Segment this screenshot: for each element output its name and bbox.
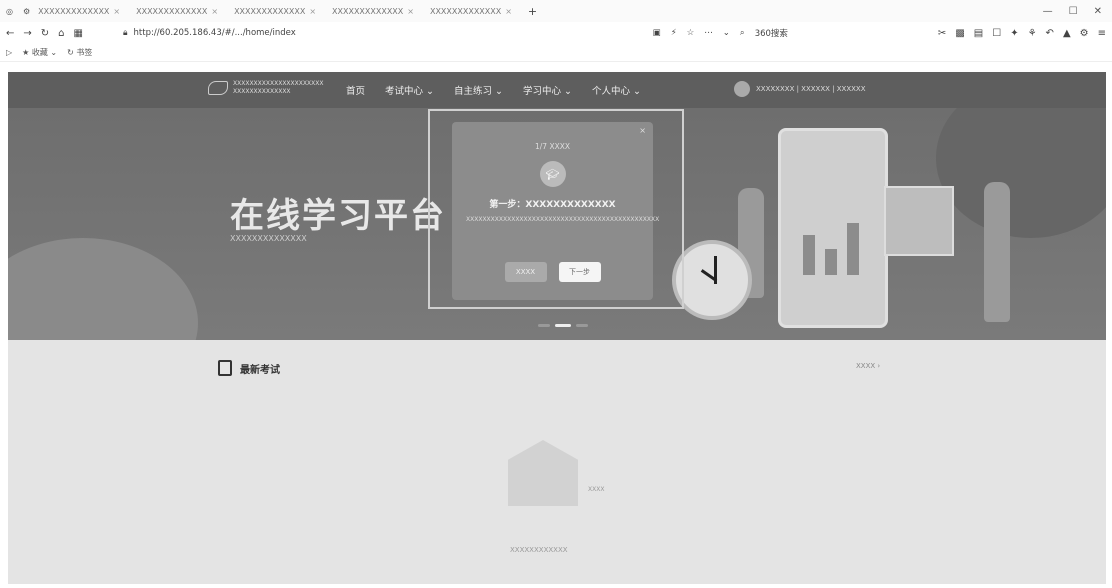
graduation-cap-icon: 🎓︎ [539,161,566,187]
skip-button[interactable]: XXXX [504,262,547,282]
grid-icon[interactable]: ▦ [74,28,83,39]
url-text: http://60.205.186.43/#/.../home/index [133,28,296,38]
close-icon[interactable]: × [639,126,646,135]
clock-illustration [672,240,752,320]
decor-blob [936,108,1106,238]
document-icon [218,360,232,376]
url-field[interactable]: 🔒︎ http://60.205.186.43/#/.../home/index [123,28,296,38]
browser-logo-icon: ◎ [6,6,13,16]
close-window-icon[interactable]: ✕ [1094,6,1102,17]
address-actions: ▣ ⚡ ☆ ⋯ ⌄ ⌕ 360搜索 [653,27,788,39]
person-illustration [984,182,1010,322]
chart-bar-illustration [847,223,859,275]
browser-tab-bar: ◎ ⚙ ХХХХХХХХХХХХХ × ХХХХХХХХХХХХХ × ХХХХХХ… [0,0,1112,22]
star-icon[interactable]: ☆ [687,28,695,38]
browser-tab[interactable]: ХХХХХХХХХХХХХ × [30,0,128,22]
chart-bar-illustration [803,235,815,275]
extension-icons: ✂ ▩ ▤ ☐ ✦ ⚘ ↶ ▲ ⚙ ≡ [938,28,1112,39]
site-header: XXXXXXXXXXXXXXXXXXXXXX XXXXXXXXXXXXXX 首页… [8,72,1106,108]
back-icon[interactable]: ← [6,28,14,39]
next-step-button[interactable]: 下一步 [558,262,601,282]
menu-icon[interactable]: ≡ [1098,28,1106,39]
browser-nav-buttons: ← → ↻ ⌂ ▦ [0,28,83,39]
carousel-dot-active[interactable] [555,324,571,327]
empty-state-text: XXXXXXXXXXXX [510,546,568,554]
extension-icon[interactable]: ✦ [1010,28,1018,39]
nav-personal-center[interactable]: 个人中心 ⌄ [592,83,641,97]
browser-address-bar: ← → ↻ ⌂ ▦ 🔒︎ http://60.205.186.43/#/.../… [0,22,1112,44]
maximize-icon[interactable]: ☐ [1069,6,1078,17]
browser-tab-active[interactable]: ХХХХХХХХХХХХХ × [422,0,520,22]
phone-illustration [778,128,888,328]
empty-state-illustration [508,440,578,506]
guide-modal: × 1/7 XXXX 🎓︎ 第一步：XXXXXXXXXXXXX XXXXXXXX… [452,122,660,300]
nav-self-practice[interactable]: 自主练习 ⌄ [454,83,503,97]
home-icon[interactable]: ⌂ [58,28,64,39]
sidebar-toggle-icon[interactable]: ▷ [6,48,12,57]
search-engine-label[interactable]: 360搜索 [755,27,788,39]
extension-icon[interactable]: ⚘ [1028,28,1037,39]
nav-exam-center[interactable]: 考试中心 ⌄ [385,83,434,97]
tab-close-icon[interactable]: × [211,7,218,16]
browser-menu-icon[interactable]: ⚙ [23,7,30,16]
view-more-link[interactable]: XXXX › [856,362,880,370]
hero-subtitle: XXXXXXXXXXXXXX [230,234,307,243]
guide-buttons: XXXX 下一步 [452,262,653,282]
forward-icon[interactable]: → [23,28,31,39]
extension-icon[interactable]: ▲ [1063,28,1071,39]
more-icon[interactable]: ⋯ [704,28,713,38]
section-title: 最新考试 [240,364,280,376]
board-illustration [884,186,954,256]
carousel-dot[interactable] [576,324,588,327]
lightning-icon[interactable]: ⚡ [671,28,677,38]
tab-close-icon[interactable]: × [309,7,316,16]
extension-icon[interactable]: ⚙ [1080,28,1089,39]
chevron-down-icon[interactable]: ⌄ [723,28,730,38]
browser-tab[interactable]: ХХХХХХХХХХХХХ × [324,0,422,22]
new-tab-button[interactable]: + [520,5,545,18]
nav-learning-center[interactable]: 学习中心 ⌄ [523,83,572,97]
guide-title: 第一步：XXXXXXXXXXXXX [489,200,616,210]
screenshot-icon[interactable]: ▣ [653,28,661,38]
search-icon[interactable]: ⌕ [740,28,745,38]
empty-state-badge: XXXX [588,486,605,493]
reload-icon[interactable]: ↻ [41,28,49,39]
hero-title: 在线学习平台 [230,196,446,236]
tab-close-icon[interactable]: × [505,7,512,16]
minimize-icon[interactable]: — [1043,6,1053,17]
main-content: 最新考试 XXXX › XXXX XXXXXXXXXXXX [8,340,1106,584]
chart-bar-illustration [825,249,837,275]
user-links[interactable]: XXXXXXXX | XXXXXX | XXXXXX [756,85,866,93]
extension-icon[interactable]: ▤ [974,28,983,39]
tab-close-icon[interactable]: × [407,7,414,16]
undo-icon[interactable]: ↶ [1046,28,1054,39]
decor-blob [8,238,198,340]
guide-description: XXXXXXXXXXXXXXXXXXXXXXXXXXXXXXXXXXXXXXXX… [466,216,660,223]
browser-tab[interactable]: ХХХХХХХХХХХХХ × [226,0,324,22]
bookmark-bar: ▷ ★ 收藏 ⌄ ↻ 书签 [0,44,1112,62]
carousel-dots [538,324,588,327]
extension-icon[interactable]: ✂ [938,28,946,39]
main-nav: 首页 考试中心 ⌄ 自主练习 ⌄ 学习中心 ⌄ 个人中心 ⌄ [346,83,641,97]
section-header: 最新考试 [218,360,280,376]
site-logo[interactable]: XXXXXXXXXXXXXXXXXXXXXX XXXXXXXXXXXXXX [208,80,323,96]
bookmark-item[interactable]: ★ 收藏 ⌄ [22,47,57,58]
user-area: XXXXXXXX | XXXXXX | XXXXXX [734,81,866,97]
extension-icon[interactable]: ▩ [955,28,964,39]
carousel-dot[interactable] [538,324,550,327]
browser-tab[interactable]: ХХХХХХХХХХХХХ × [128,0,226,22]
bookmark-item[interactable]: ↻ 书签 [67,47,92,58]
avatar[interactable] [734,81,750,97]
tab-close-icon[interactable]: × [113,7,120,16]
window-controls: — ☐ ✕ [1043,6,1112,17]
browser-app-icons: ◎ ⚙ [0,7,30,16]
extension-icon[interactable]: ☐ [992,28,1001,39]
nav-home[interactable]: 首页 [346,83,365,97]
logo-mark-icon [208,81,228,95]
lock-icon: 🔒︎ [122,28,128,38]
guide-step-counter: 1/7 XXXX [534,142,570,151]
